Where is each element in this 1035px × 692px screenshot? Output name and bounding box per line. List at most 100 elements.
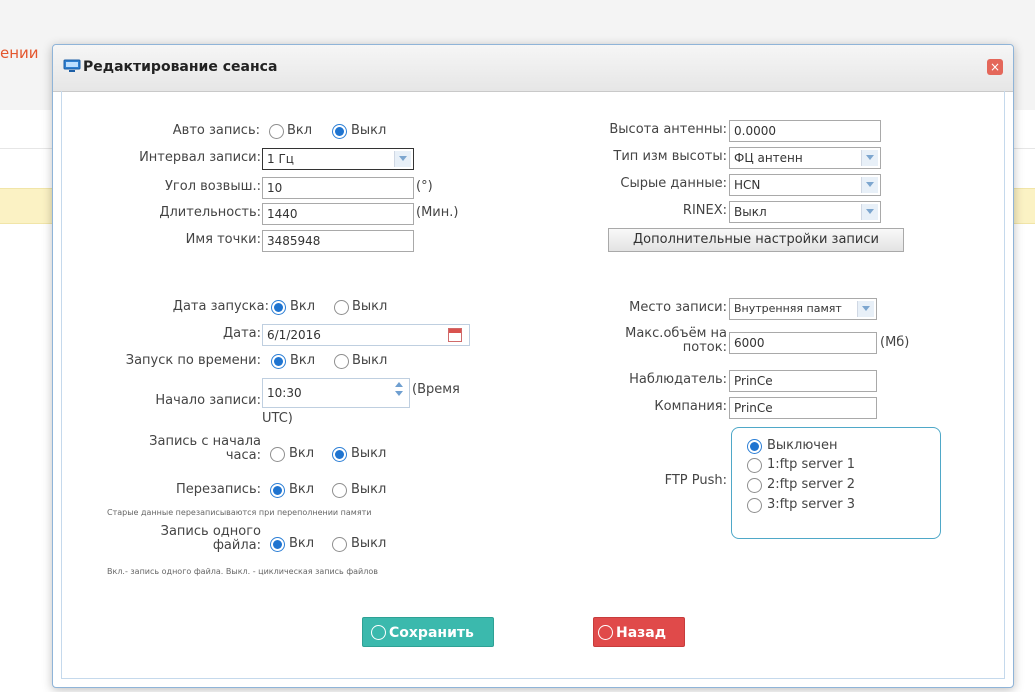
duration-unit: (Мин.) bbox=[416, 205, 459, 220]
point-name-label: Имя точки: bbox=[185, 232, 261, 247]
back-button-label: Назад bbox=[616, 625, 667, 641]
ftp-option-1-label: 1:ftp server 1 bbox=[767, 457, 856, 472]
elevation-label: Угол возвыш.: bbox=[164, 179, 261, 194]
hour-start-off-label: Выкл bbox=[351, 446, 387, 461]
raw-data-label: Сырые данные: bbox=[620, 176, 727, 191]
ftp-option-2-label: 2:ftp server 2 bbox=[767, 477, 856, 492]
start-date-off-radio[interactable] bbox=[334, 300, 349, 315]
single-file-off-label: Выкл bbox=[351, 536, 387, 551]
start-date-on-label: Вкл bbox=[290, 299, 316, 314]
single-file-on-label: Вкл bbox=[289, 536, 315, 551]
time-start-on-radio[interactable] bbox=[271, 354, 286, 369]
height-type-select[interactable]: ФЦ антенн bbox=[729, 147, 881, 169]
start-date-off-label: Выкл bbox=[352, 299, 388, 314]
interval-value: 1 Гц bbox=[267, 152, 294, 166]
background-breadcrumb: ении bbox=[0, 44, 39, 62]
storage-label: Место записи: bbox=[629, 300, 727, 315]
chevron-down-icon bbox=[857, 301, 874, 317]
storage-value: Внутренняя памят bbox=[734, 302, 842, 315]
hour-start-off-radio[interactable] bbox=[332, 447, 347, 462]
rinex-label: RINEX: bbox=[682, 203, 727, 218]
antenna-height-label: Высота антенны: bbox=[609, 122, 727, 137]
duration-label: Длительность: bbox=[159, 205, 261, 220]
dialog-titlebar: Редактирование сеанса × bbox=[53, 45, 1013, 92]
ftp-option-2-radio[interactable] bbox=[747, 478, 762, 493]
auto-record-off-radio[interactable] bbox=[332, 124, 347, 139]
point-name-input[interactable] bbox=[262, 230, 414, 252]
cancel-circle-icon bbox=[598, 625, 613, 640]
hour-start-label-2: часа: bbox=[225, 448, 261, 463]
duration-input[interactable] bbox=[262, 203, 414, 225]
time-spinner-icon[interactable] bbox=[392, 381, 406, 399]
time-start-off-radio[interactable] bbox=[334, 354, 349, 369]
overwrite-note: Старые данные перезаписываются при переп… bbox=[107, 508, 372, 517]
single-file-label-2: файла: bbox=[212, 538, 261, 553]
elevation-input[interactable] bbox=[262, 177, 414, 199]
rinex-select[interactable]: Выкл bbox=[729, 201, 881, 223]
time-start-on-label: Вкл bbox=[290, 353, 316, 368]
height-type-value: ФЦ антенн bbox=[734, 151, 803, 165]
rinex-value: Выкл bbox=[734, 205, 767, 219]
start-date-label: Дата запуска: bbox=[172, 299, 269, 314]
close-button[interactable]: × bbox=[987, 59, 1003, 75]
auto-record-on-radio[interactable] bbox=[269, 124, 284, 139]
height-type-label: Тип изм высоты: bbox=[613, 149, 727, 164]
dialog-content: Авто запись: Вкл Выкл Интервал записи: 1… bbox=[61, 91, 1005, 679]
raw-data-select[interactable]: HCN bbox=[729, 174, 881, 196]
company-input[interactable] bbox=[729, 397, 877, 419]
hour-start-on-radio[interactable] bbox=[270, 447, 285, 462]
time-start-off-label: Выкл bbox=[352, 353, 388, 368]
max-size-label-2: поток: bbox=[682, 340, 727, 355]
max-size-unit: (Мб) bbox=[880, 335, 910, 350]
raw-data-value: HCN bbox=[734, 178, 761, 192]
elevation-unit: (°) bbox=[416, 179, 433, 194]
auto-record-off-label: Выкл bbox=[351, 123, 387, 138]
overwrite-off-radio[interactable] bbox=[332, 483, 347, 498]
auto-record-on-label: Вкл bbox=[287, 123, 313, 138]
time-start-label: Запуск по времени: bbox=[125, 353, 261, 368]
save-button-label: Сохранить bbox=[389, 625, 474, 641]
ftp-push-group: Выключен 1:ftp server 1 2:ftp server 2 3… bbox=[731, 427, 941, 539]
single-file-off-radio[interactable] bbox=[332, 537, 347, 552]
date-input[interactable] bbox=[262, 324, 470, 346]
antenna-height-input[interactable] bbox=[729, 120, 881, 142]
chevron-down-icon bbox=[861, 177, 878, 193]
observer-input[interactable] bbox=[729, 370, 877, 392]
chevron-down-icon bbox=[394, 151, 411, 167]
record-start-unit-2: UTC) bbox=[262, 411, 293, 426]
ftp-option-3-radio[interactable] bbox=[747, 498, 762, 513]
start-date-on-radio[interactable] bbox=[271, 300, 286, 315]
interval-label: Интервал записи: bbox=[139, 150, 261, 165]
single-file-on-radio[interactable] bbox=[270, 537, 285, 552]
save-button[interactable]: Сохранить bbox=[362, 617, 494, 647]
interval-select[interactable]: 1 Гц bbox=[262, 148, 414, 170]
overwrite-on-radio[interactable] bbox=[270, 483, 285, 498]
record-start-input[interactable] bbox=[262, 378, 410, 408]
ftp-push-label: FTP Push: bbox=[664, 473, 727, 488]
single-file-note: Вкл.- запись одного файла. Выкл. - цикли… bbox=[107, 567, 378, 576]
storage-select[interactable]: Внутренняя памят bbox=[729, 298, 877, 320]
record-start-label: Начало записи: bbox=[155, 393, 261, 408]
date-label: Дата: bbox=[222, 326, 261, 341]
company-label: Компания: bbox=[654, 399, 727, 414]
chevron-down-icon bbox=[861, 150, 878, 166]
max-size-label-1: Макс.объём на bbox=[625, 326, 727, 341]
overwrite-label: Перезапись: bbox=[175, 482, 261, 497]
ftp-option-0-radio[interactable] bbox=[747, 439, 762, 454]
check-circle-icon bbox=[371, 625, 386, 640]
edit-session-dialog: Редактирование сеанса × Авто запись: Вкл… bbox=[52, 44, 1014, 688]
more-settings-button[interactable]: Дополнительные настройки записи bbox=[608, 228, 904, 252]
hour-start-label-1: Запись с начала bbox=[149, 434, 261, 449]
ftp-option-1-radio[interactable] bbox=[747, 458, 762, 473]
hour-start-on-label: Вкл bbox=[289, 446, 315, 461]
calendar-icon[interactable] bbox=[448, 328, 462, 342]
back-button[interactable]: Назад bbox=[593, 617, 685, 647]
ftp-option-3-label: 3:ftp server 3 bbox=[767, 497, 856, 512]
max-size-input[interactable] bbox=[729, 332, 877, 354]
chevron-down-icon bbox=[861, 204, 878, 220]
overwrite-off-label: Выкл bbox=[351, 482, 387, 497]
dialog-title: Редактирование сеанса bbox=[83, 59, 278, 75]
overwrite-on-label: Вкл bbox=[289, 482, 315, 497]
record-start-unit-1: (Время bbox=[412, 382, 460, 397]
ftp-option-0-label: Выключен bbox=[767, 438, 838, 453]
